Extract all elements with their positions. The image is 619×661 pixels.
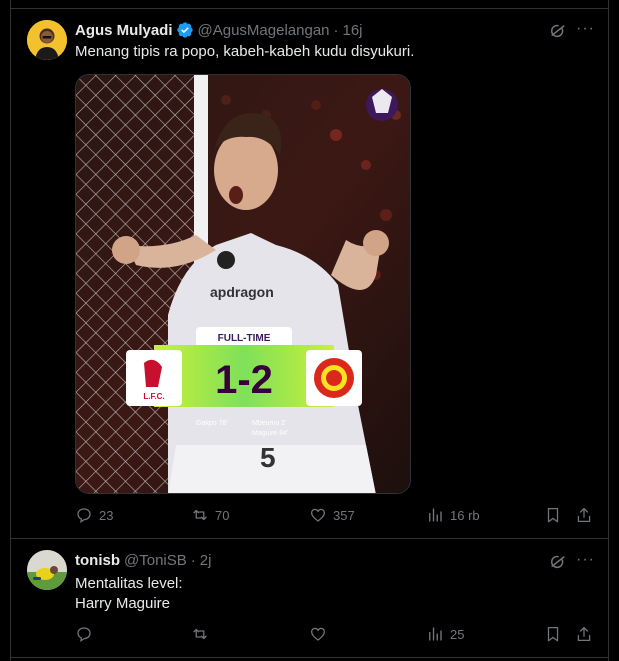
home-scorers: Gakpo 78' [196, 420, 228, 427]
tweet-header: Agus Mulyadi @AgusMagelangan · 16j [75, 21, 363, 39]
score: 1-2 [215, 358, 273, 402]
like-button[interactable]: 357 [309, 506, 355, 524]
reply-icon [77, 627, 91, 643]
share-icon [577, 507, 591, 523]
reply-button[interactable]: 23 [75, 506, 113, 524]
views-icon [429, 627, 442, 641]
like-count: 357 [333, 507, 355, 523]
tweet-header: tonisb @ToniSB · 2j [75, 552, 211, 569]
views-button[interactable]: 16 rb [426, 506, 480, 524]
timestamp[interactable]: 2j [200, 552, 212, 569]
avatar[interactable] [27, 20, 67, 60]
home-crest-text: L.F.C. [143, 392, 164, 401]
bookmark-button[interactable] [544, 506, 562, 524]
author-handle[interactable]: @AgusMagelangan [198, 22, 330, 39]
avatar-image [27, 20, 67, 60]
bookmark-button[interactable] [544, 625, 562, 643]
premier-league-logo-icon [366, 89, 398, 121]
verified-badge-icon [176, 22, 193, 38]
author-handle[interactable]: @ToniSB [124, 552, 187, 569]
shirt-number: 5 [260, 442, 276, 473]
avatar[interactable] [27, 550, 67, 590]
repost-icon [193, 628, 207, 640]
views-button[interactable]: 25 [426, 625, 464, 643]
tweet-actions: 23 70 357 16 rb [75, 506, 595, 528]
grok-icon[interactable] [548, 21, 568, 41]
views-count: 16 rb [450, 507, 480, 523]
reply-icon [77, 508, 91, 524]
separator: · [333, 21, 339, 39]
tweet[interactable]: Agus Mulyadi @AgusMagelangan · 16j ··· M… [10, 0, 609, 538]
heart-icon [310, 508, 326, 522]
more-options-icon[interactable]: ··· [576, 20, 595, 38]
separator: · [190, 552, 196, 569]
author-name[interactable]: Agus Mulyadi [75, 22, 173, 39]
full-time-label: FULL-TIME [218, 333, 271, 344]
timestamp[interactable]: 16j [343, 22, 363, 39]
repost-icon [193, 509, 207, 521]
reply-button[interactable] [75, 625, 93, 643]
more-options-icon[interactable]: ··· [576, 551, 595, 569]
share-button[interactable] [575, 625, 593, 643]
reply-count: 23 [99, 507, 114, 523]
views-count: 25 [450, 626, 465, 642]
tweet-text: Menang tipis ra popo, kabeh-kabeh kudu d… [75, 43, 415, 60]
tweet[interactable]: tonisb @ToniSB · 2j ··· Mentalitas level… [10, 538, 609, 660]
avatar-image [27, 550, 67, 590]
repost-count: 70 [215, 507, 230, 523]
bookmark-icon [547, 507, 559, 523]
shirt-sponsor: apdragon [210, 284, 274, 300]
author-name[interactable]: tonisb [75, 552, 120, 569]
tweet-media[interactable]: apdragon 5 FULL-TIME L.F.C. 1-2 Gakpo 78… [75, 74, 411, 494]
away-scorer-1: Mbeumo 2' [252, 420, 286, 427]
share-icon [577, 626, 591, 642]
views-icon [429, 508, 442, 522]
match-result-image: apdragon 5 FULL-TIME L.F.C. 1-2 Gakpo 78… [76, 75, 410, 493]
heart-icon [310, 627, 326, 641]
bookmark-icon [547, 626, 559, 642]
grok-icon[interactable] [548, 552, 568, 572]
repost-button[interactable] [191, 625, 209, 643]
tweet-text-line: Harry Maguire [75, 595, 171, 612]
share-button[interactable] [575, 506, 593, 524]
tweet-text-line: Mentalitas level: [75, 575, 183, 592]
tweet-actions: 25 [75, 625, 595, 647]
like-button[interactable] [309, 625, 327, 643]
repost-button[interactable]: 70 [191, 506, 229, 524]
away-scorer-2: Maguire 84' [252, 430, 288, 437]
